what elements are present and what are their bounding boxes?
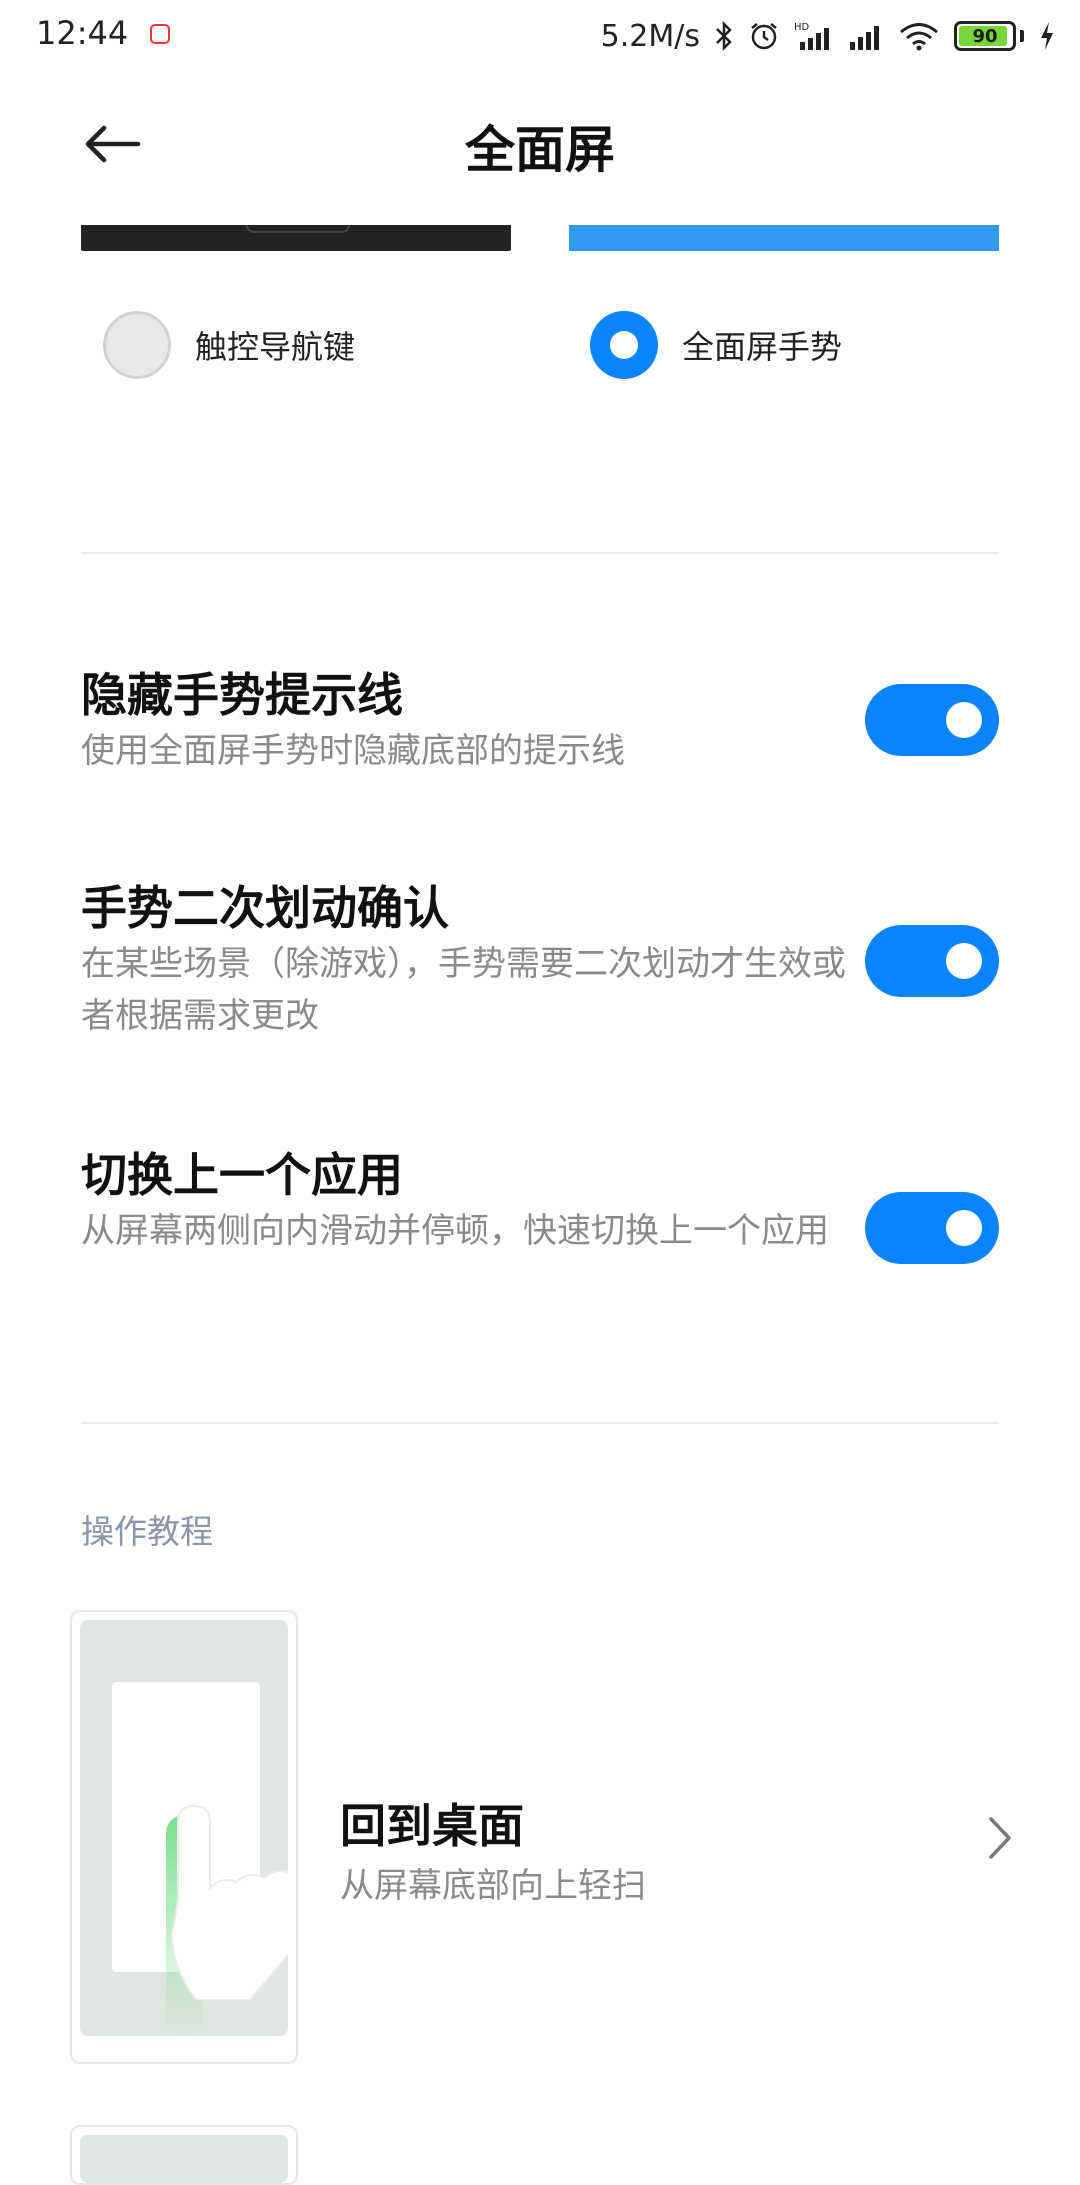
swipe-hand-icon <box>170 1804 288 2000</box>
tutorial-section-header: 操作教程 <box>81 1512 213 1551</box>
bluetooth-icon <box>716 20 732 52</box>
divider <box>81 552 999 554</box>
app-header: 全面屏 <box>0 72 1080 212</box>
nav-keys-preview[interactable] <box>81 225 511 251</box>
setting-gesture-second-swipe[interactable]: 手势二次划动确认 在某些场景（除游戏），手势需要二次划动才生效或者根据需求更改 <box>81 878 999 1053</box>
radio-gestures[interactable]: 全面屏手势 <box>590 305 842 385</box>
battery-tip <box>1020 30 1024 42</box>
status-time: 12:44 <box>36 14 129 52</box>
tutorial-desc: 从屏幕底部向上轻扫 <box>340 1866 646 1906</box>
battery-level: 90 <box>972 25 998 47</box>
tutorial-item-go-home[interactable]: 回到桌面 从屏幕底部向上轻扫 <box>70 1610 1020 2064</box>
app-notification-icon <box>150 24 170 44</box>
setting-desc: 使用全面屏手势时隐藏底部的提示线 <box>81 731 625 771</box>
signal-icon <box>850 26 879 50</box>
network-speed: 5.2M/s <box>600 18 700 54</box>
radio-checked-icon <box>590 311 658 379</box>
battery-icon: 90 <box>954 21 1016 51</box>
setting-switch-last-app[interactable]: 切换上一个应用 从屏幕两侧向内滑动并停顿，快速切换上一个应用 <box>81 1145 999 1320</box>
setting-title: 隐藏手势提示线 <box>81 668 403 722</box>
tutorial-thumbnail <box>70 1610 298 2064</box>
setting-desc: 从屏幕两侧向内滑动并停顿，快速切换上一个应用 <box>81 1211 829 1251</box>
radio-nav-keys[interactable]: 触控导航键 <box>103 305 355 385</box>
setting-desc: 在某些场景（除游戏），手势需要二次划动才生效或者根据需求更改 <box>81 944 846 1036</box>
status-icons: 5.2M/s HD 90 <box>601 12 1056 60</box>
tutorial-title: 回到桌面 <box>340 1799 524 1853</box>
gesture-preview[interactable] <box>569 225 999 251</box>
svg-text:HD: HD <box>794 22 810 33</box>
radio-unchecked-icon <box>103 311 171 379</box>
status-bar: 12:44 5.2M/s HD 90 <box>0 0 1080 72</box>
hide-gesture-line-toggle[interactable] <box>865 684 999 756</box>
charging-icon <box>1041 22 1053 50</box>
gesture-second-swipe-toggle[interactable] <box>865 925 999 997</box>
setting-hide-gesture-line[interactable]: 隐藏手势提示线 使用全面屏手势时隐藏底部的提示线 <box>81 665 999 785</box>
chevron-right-icon <box>989 1817 1011 1859</box>
page-title: 全面屏 <box>465 121 615 179</box>
radio-label: 全面屏手势 <box>682 328 843 366</box>
hd-signal-icon: HD <box>794 22 829 50</box>
switch-last-app-toggle[interactable] <box>865 1192 999 1264</box>
divider <box>81 1422 999 1424</box>
wifi-icon <box>900 23 938 51</box>
setting-title: 切换上一个应用 <box>81 1148 403 1202</box>
alarm-icon <box>751 23 777 50</box>
tutorial-thumbnail-next[interactable] <box>70 2125 298 2185</box>
setting-title: 手势二次划动确认 <box>81 881 449 935</box>
radio-label: 触控导航键 <box>195 328 356 366</box>
